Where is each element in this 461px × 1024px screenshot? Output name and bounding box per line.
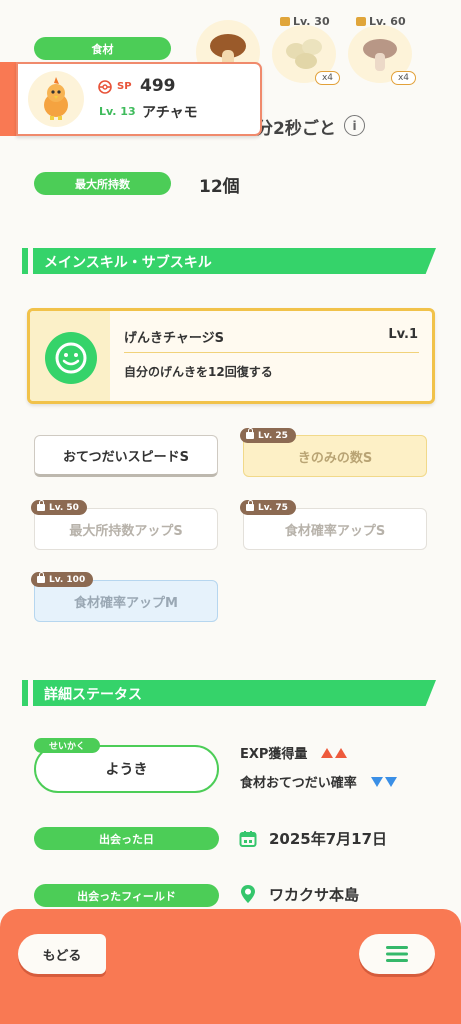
max-carry-label-pill: 最大所持数 xyxy=(34,172,171,195)
lock-badge-subskill-2: Lv. 25 xyxy=(240,428,296,443)
pokemon-avatar xyxy=(28,71,84,127)
skills-section-header: メインスキル・サブスキル xyxy=(22,248,436,274)
profile-card[interactable]: SP 499 Lv. 13 アチャモ xyxy=(0,62,262,136)
details-section-header: 詳細ステータス xyxy=(22,680,436,706)
lock-icon xyxy=(37,500,45,511)
location-pin-icon xyxy=(241,885,255,903)
lock-badge-subskill-3: Lv. 50 xyxy=(31,500,87,515)
count-badge-lv30: x4 xyxy=(315,71,340,85)
lock-icon xyxy=(246,500,254,511)
help-interval-text: 分2秒ごと xyxy=(256,119,336,139)
nature-down-stat: 食材おてつだい確率 xyxy=(240,772,397,791)
pokeball-icon xyxy=(98,80,112,94)
menu-button[interactable] xyxy=(359,934,435,974)
subskill-button-1[interactable]: おてつだいスピードS xyxy=(34,435,218,477)
sp-value: 499 xyxy=(140,76,176,96)
back-button[interactable]: もどる xyxy=(18,934,106,974)
nature-value: ようき xyxy=(105,762,148,778)
lock-badge-subskill-5: Lv. 100 xyxy=(31,572,94,587)
info-button[interactable]: i xyxy=(344,115,365,136)
torchic-icon xyxy=(44,77,68,120)
up-arrows-icon xyxy=(321,747,348,758)
calendar-icon xyxy=(239,831,257,847)
skill-energy-icon xyxy=(45,332,97,384)
lock-icon xyxy=(37,572,45,583)
pokemon-level: Lv. 13 xyxy=(99,105,136,118)
main-skill-name: げんきチャージS xyxy=(124,331,224,346)
nature-tag: せいかく xyxy=(34,738,100,753)
smile-face-icon xyxy=(55,342,87,374)
pokemon-name: アチャモ xyxy=(142,105,198,121)
met-date-label-pill: 出会った日 xyxy=(34,827,219,850)
details-section-title: 詳細ステータス xyxy=(44,687,142,703)
main-skill-description: 自分のげんきを12回復する xyxy=(124,365,273,379)
hamburger-menu-icon xyxy=(386,946,408,962)
nature-up-stat: EXP獲得量 xyxy=(240,743,348,762)
main-skill-level: Lv.1 xyxy=(388,327,418,342)
down-arrows-icon xyxy=(370,776,397,787)
max-carry-value: 12個 xyxy=(199,177,240,197)
ingredient-label-pill: 食材 xyxy=(34,37,171,60)
met-date-value: 2025年7月17日 xyxy=(269,830,388,848)
main-skill-card[interactable]: げんきチャージS Lv.1 自分のげんきを12回復する xyxy=(27,308,435,404)
count-badge-lv60: x4 xyxy=(391,71,416,85)
met-field-value: ワカクサ本島 xyxy=(269,886,360,904)
skills-section-title: メインスキル・サブスキル xyxy=(44,255,212,271)
sp-label: SP xyxy=(117,81,132,92)
lock-badge-subskill-4: Lv. 75 xyxy=(240,500,296,515)
info-icon: i xyxy=(352,118,357,133)
lock-icon xyxy=(246,428,254,439)
met-field-label-pill: 出会ったフィールド xyxy=(34,884,219,907)
